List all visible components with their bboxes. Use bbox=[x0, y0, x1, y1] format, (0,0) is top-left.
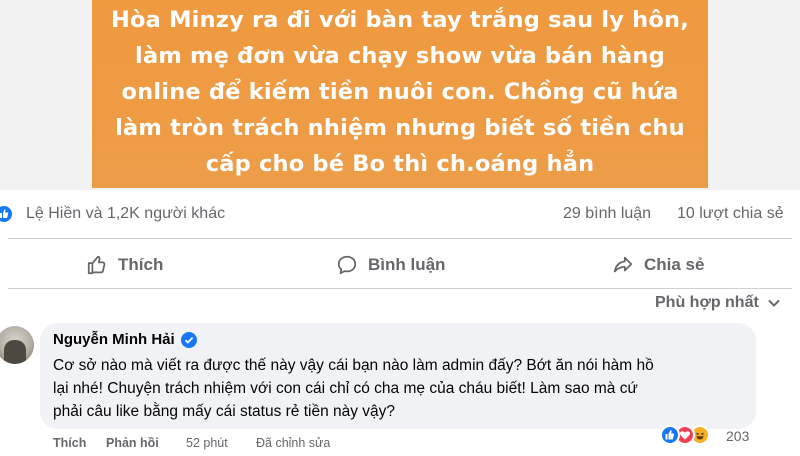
comment-line: lại nhé! Chuyện trách nhiệm với con cái … bbox=[53, 380, 638, 397]
speech-bubble-icon bbox=[337, 255, 357, 275]
comment-reactions[interactable]: 203 bbox=[660, 425, 760, 447]
avatar[interactable] bbox=[0, 326, 34, 364]
like-reaction-icon bbox=[0, 204, 14, 224]
comment-edited-label[interactable]: Đã chỉnh sửa bbox=[256, 436, 330, 450]
post-stats: Lệ Hiền và 1,2K người khác 29 bình luận … bbox=[0, 200, 800, 230]
divider bbox=[8, 238, 792, 239]
like-label: Thích bbox=[118, 255, 164, 274]
banner-line: làm tròn trách nhiệm nhưng biết số tiền … bbox=[115, 115, 685, 141]
like-button[interactable]: Thích bbox=[86, 248, 163, 282]
post-image[interactable]: Hòa Minzy ra đi với bàn tay trắng sau ly… bbox=[0, 0, 800, 190]
thumbs-up-icon bbox=[87, 255, 106, 275]
verified-badge-icon bbox=[180, 331, 197, 348]
share-label: Chia sẻ bbox=[644, 255, 705, 274]
comment-label: Bình luận bbox=[368, 255, 446, 274]
comment-sort-dropdown[interactable]: Phù hợp nhất bbox=[655, 294, 781, 312]
banner-line: cấp cho bé Bo thì ch.oáng hẳn bbox=[205, 151, 595, 177]
post-image-text: Hòa Minzy ra đi với bàn tay trắng sau ly… bbox=[92, 2, 708, 182]
like-icon bbox=[660, 425, 680, 445]
comment-timestamp[interactable]: 52 phút bbox=[186, 436, 228, 450]
share-button[interactable]: Chia sẻ bbox=[612, 248, 704, 282]
banner-line: online để kiếm tiền nuôi con. Chồng cũ h… bbox=[121, 79, 679, 105]
divider bbox=[8, 288, 792, 289]
post-actions: Thích Bình luận Chia sẻ bbox=[0, 248, 800, 282]
reaction-count: 203 bbox=[726, 428, 750, 444]
comment-author[interactable]: Nguyễn Minh Hải bbox=[53, 331, 197, 348]
comment-line: Cơ sở nào mà viết ra được thế này vậy cá… bbox=[53, 357, 654, 374]
comment-like-button[interactable]: Thích bbox=[53, 436, 86, 450]
share-arrow-icon bbox=[613, 256, 633, 273]
shares-count-link[interactable]: 10 lượt chia sẻ bbox=[677, 205, 784, 223]
comment-line: phải câu like bằng mấy cái status rẻ tiề… bbox=[53, 403, 396, 420]
comment-text: Cơ sở nào mà viết ra được thế này vậy cá… bbox=[53, 354, 753, 423]
banner-line: Hòa Minzy ra đi với bàn tay trắng sau ly… bbox=[110, 7, 689, 33]
reactors-link[interactable]: Lệ Hiền và 1,2K người khác bbox=[26, 205, 225, 223]
chevron-down-icon bbox=[768, 299, 780, 307]
comments-count-link[interactable]: 29 bình luận bbox=[563, 205, 651, 223]
comment-button[interactable]: Bình luận bbox=[336, 248, 445, 282]
sort-label: Phù hợp nhất bbox=[655, 294, 759, 311]
comment-author-name[interactable]: Nguyễn Minh Hải bbox=[53, 331, 175, 348]
comment-reply-button[interactable]: Phản hồi bbox=[106, 436, 159, 450]
banner-line: làm mẹ đơn vừa chạy show vừa bán hàng bbox=[135, 43, 665, 69]
